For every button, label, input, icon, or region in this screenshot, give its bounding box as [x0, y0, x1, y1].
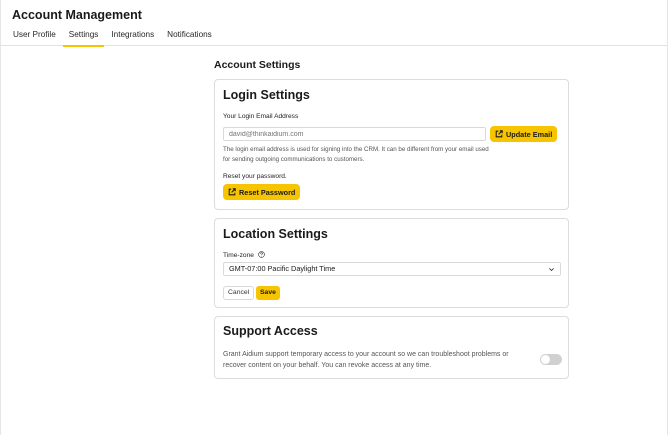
page-title: Account Management	[12, 8, 142, 22]
location-settings-title: Location Settings	[223, 227, 328, 241]
tab-notifications[interactable]: Notifications	[161, 28, 218, 46]
reset-password-button[interactable]: Reset Password	[223, 184, 301, 200]
support-access-toggle[interactable]	[540, 354, 562, 365]
toggle-knob	[541, 355, 550, 364]
support-access-card: Support Access Grant Aidium support temp…	[214, 316, 569, 379]
login-settings-title: Login Settings	[223, 88, 310, 102]
update-email-label: Update Email	[506, 129, 553, 139]
login-settings-card: Login Settings Your Login Email Address …	[214, 79, 569, 210]
timezone-select[interactable]: GMT-07:00 Pacific Daylight Time	[223, 262, 561, 276]
email-label: Your Login Email Address	[223, 113, 299, 120]
external-link-icon	[228, 188, 236, 196]
location-settings-card: Location Settings Time-zone GMT-07:00 Pa…	[214, 218, 569, 308]
email-help-text: The login email address is used for sign…	[223, 146, 489, 163]
update-email-button[interactable]: Update Email	[490, 126, 558, 142]
timezone-label-text: Time-zone	[223, 252, 254, 259]
save-button[interactable]: Save	[256, 286, 280, 300]
section-title: Account Settings	[214, 59, 301, 71]
support-access-title: Support Access	[223, 324, 318, 338]
chevron-down-icon	[549, 268, 554, 272]
reset-password-label-text: Reset Password	[239, 187, 296, 197]
tab-integrations[interactable]: Integrations	[105, 28, 160, 46]
tab-bar: User Profile Settings Integrations Notif…	[0, 28, 668, 47]
external-link-icon	[495, 130, 503, 138]
tab-user-profile[interactable]: User Profile	[0, 28, 62, 46]
email-field[interactable]	[223, 127, 486, 141]
support-access-description: Grant Aidium support temporary access to…	[223, 351, 509, 369]
timezone-label: Time-zone	[223, 251, 265, 259]
cancel-button[interactable]: Cancel	[223, 286, 255, 300]
reset-password-label: Reset your password.	[223, 173, 287, 180]
timezone-value: GMT-07:00 Pacific Daylight Time	[229, 264, 336, 273]
help-circle-icon[interactable]	[257, 251, 265, 258]
tab-settings[interactable]: Settings	[62, 28, 105, 47]
